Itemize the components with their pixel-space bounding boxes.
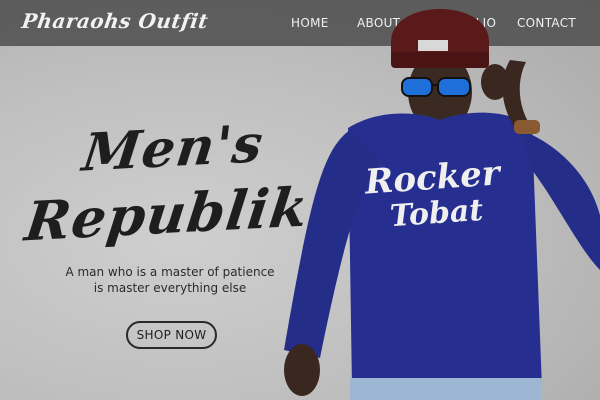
hero-tagline-line1: A man who is a master of patience (65, 265, 275, 279)
shirt-print-line2: Tobat (388, 192, 485, 235)
hero-tagline-line2: is master everything else (93, 281, 247, 295)
hero-title-line1: Men's (79, 113, 267, 184)
shop-now-button[interactable]: SHOP NOW (126, 321, 217, 349)
brand-logo[interactable]: Pharaohs Outfit (20, 9, 210, 33)
